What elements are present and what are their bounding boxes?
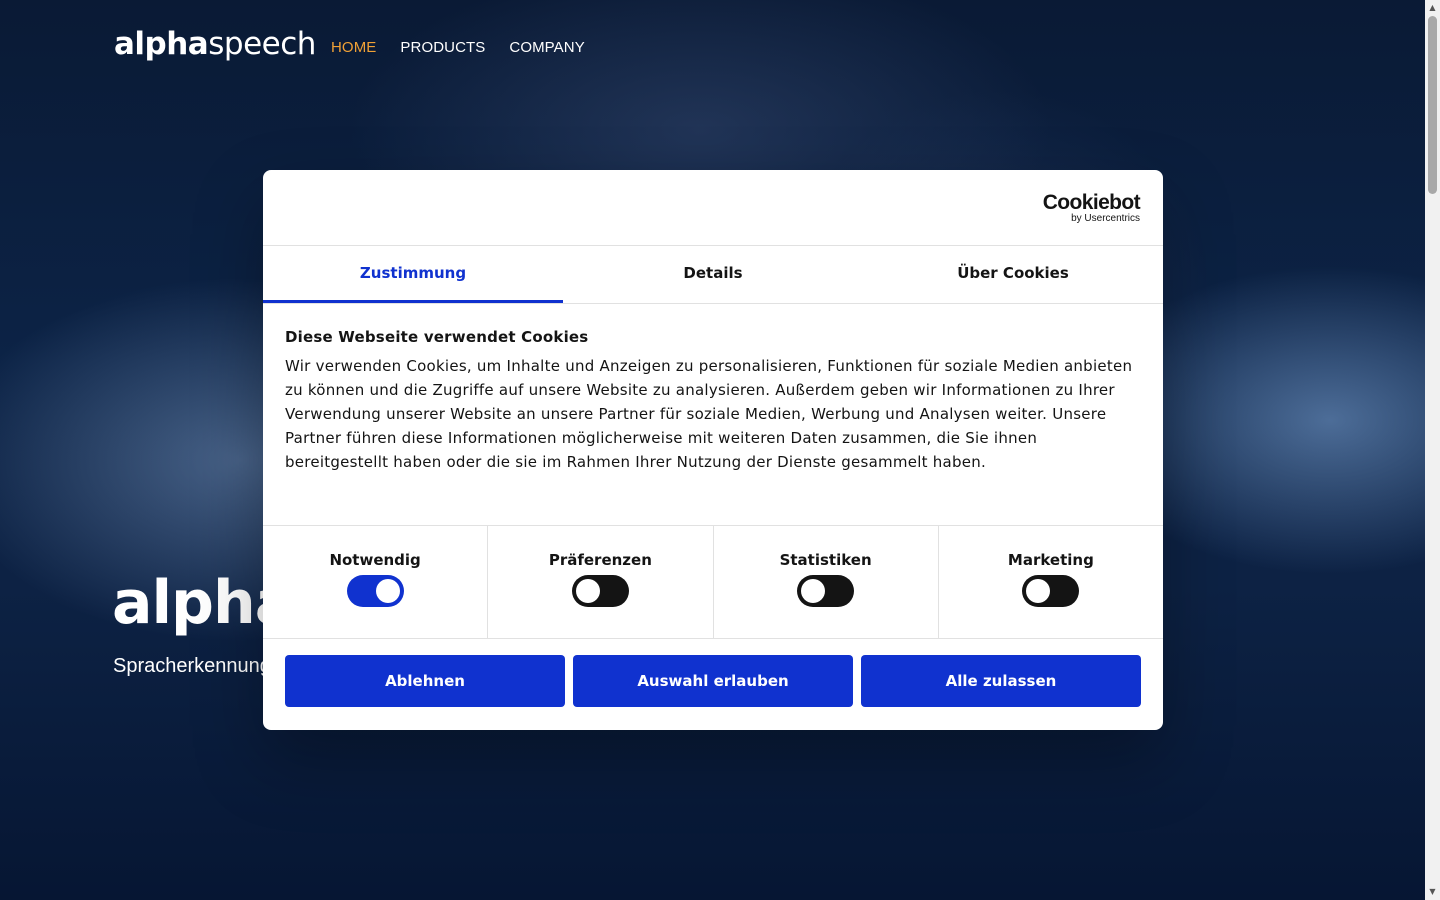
- scrollbar-thumb[interactable]: [1428, 16, 1437, 194]
- category-label: Statistiken: [779, 551, 872, 569]
- cookie-consent-dialog: Cookiebot by Usercentrics Zustimmung Det…: [263, 170, 1163, 730]
- praeferenzen-toggle[interactable]: [571, 575, 629, 607]
- cookiebot-brand: Cookiebot: [1042, 191, 1141, 214]
- toggle-knob: [1026, 579, 1051, 603]
- nav-company[interactable]: COMPANY: [509, 39, 584, 56]
- logo-bold-text: alpha: [114, 26, 209, 62]
- category-marketing: Marketing: [939, 526, 1163, 638]
- cookiebot-logo[interactable]: Cookiebot by Usercentrics: [1042, 191, 1141, 225]
- marketing-toggle[interactable]: [1022, 575, 1080, 607]
- nav-products[interactable]: PRODUCTS: [400, 39, 485, 56]
- dialog-buttons: Ablehnen Auswahl erlauben Alle zulassen: [263, 639, 1163, 723]
- alphaspeech-logo[interactable]: alphaspeech: [114, 26, 316, 62]
- dialog-header: Cookiebot by Usercentrics: [263, 170, 1163, 246]
- hero-subtitle: Spracherkennung: [113, 655, 271, 677]
- scroll-down-arrow-icon[interactable]: ▼: [1428, 887, 1437, 897]
- allow-all-button[interactable]: Alle zulassen: [861, 655, 1141, 707]
- category-praeferenzen: Präferenzen: [488, 526, 714, 638]
- dialog-tabs: Zustimmung Details Über Cookies: [263, 246, 1163, 304]
- dialog-heading: Diese Webseite verwendet Cookies: [285, 328, 589, 346]
- toggle-knob: [575, 579, 600, 603]
- consent-categories: Notwendig Präferenzen Statistiken Market…: [263, 526, 1163, 639]
- logo-light-text: speech: [208, 26, 316, 62]
- toggle-knob: [375, 579, 400, 603]
- cookiebot-by-usercentrics: by Usercentrics: [1071, 213, 1140, 224]
- category-statistiken: Statistiken: [714, 526, 939, 638]
- tab-details[interactable]: Details: [563, 246, 863, 303]
- main-nav: HOME PRODUCTS COMPANY: [331, 39, 585, 56]
- page: alphaspeech HOME PRODUCTS COMPANY alpha …: [0, 0, 1440, 900]
- allow-selection-button[interactable]: Auswahl erlauben: [573, 655, 853, 707]
- category-label: Notwendig: [329, 551, 421, 569]
- toggle-knob: [801, 579, 826, 603]
- decline-button[interactable]: Ablehnen: [285, 655, 565, 707]
- notwendig-toggle[interactable]: [346, 575, 404, 607]
- tab-zustimmung[interactable]: Zustimmung: [263, 246, 563, 303]
- dialog-body: Diese Webseite verwendet Cookies Wir ver…: [263, 304, 1163, 526]
- category-notwendig: Notwendig: [263, 526, 489, 638]
- dialog-text: Wir verwenden Cookies, um Inhalte und An…: [285, 357, 1133, 471]
- tab-ueber-cookies[interactable]: Über Cookies: [863, 246, 1163, 303]
- page-scrollbar[interactable]: ▲ ▼: [1425, 0, 1440, 900]
- category-label: Präferenzen: [548, 551, 652, 569]
- category-label: Marketing: [1007, 551, 1094, 569]
- nav-home[interactable]: HOME: [331, 39, 376, 56]
- statistiken-toggle[interactable]: [797, 575, 855, 607]
- scroll-up-arrow-icon[interactable]: ▲: [1428, 3, 1437, 13]
